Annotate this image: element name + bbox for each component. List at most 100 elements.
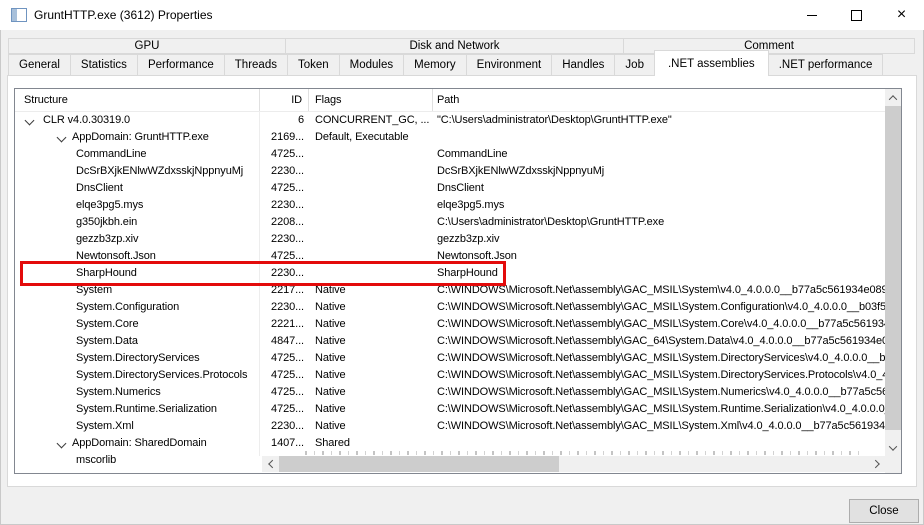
minimize-icon [807, 15, 817, 16]
assemblies-tree-table[interactable]: Structure ID Flags Path CLR v4.0.30319.0… [14, 88, 902, 474]
cell-id: 2208... [259, 214, 304, 231]
tab-disk-and-network[interactable]: Disk and Network [285, 38, 624, 54]
cell-path: C:\WINDOWS\Microsoft.Net\assembly\GAC_MS… [437, 418, 885, 435]
scroll-up-icon [889, 95, 897, 103]
cell-flags: Native [315, 401, 433, 418]
cell-id: 2217... [259, 282, 304, 299]
scroll-down-icon [889, 442, 897, 450]
table-row[interactable]: CommandLine4725...CommandLine [15, 146, 901, 163]
column-divider[interactable] [432, 89, 433, 111]
table-row[interactable]: SharpHound2230...SharpHound [15, 265, 901, 282]
tab-handles[interactable]: Handles [551, 54, 615, 76]
cell-flags: Default, Executable [315, 129, 433, 146]
table-row[interactable]: System.Configuration2230...NativeC:\WIND… [15, 299, 901, 316]
table-row[interactable]: gezzb3zp.xiv2230...gezzb3zp.xiv [15, 231, 901, 248]
cell-flags: Shared [315, 435, 433, 452]
column-divider[interactable] [259, 89, 260, 111]
table-row[interactable]: System.DirectoryServices4725...NativeC:\… [15, 350, 901, 367]
close-button[interactable]: Close [849, 499, 919, 523]
table-row[interactable]: AppDomain: GruntHTTP.exe2169...Default, … [15, 129, 901, 146]
scroll-left-button[interactable] [262, 456, 279, 472]
tab-gpu[interactable]: GPU [8, 38, 286, 54]
table-row[interactable]: elqe3pg5.mys2230...elqe3pg5.mys [15, 197, 901, 214]
horizontal-scrollbar[interactable] [262, 456, 885, 472]
cell-path: C:\WINDOWS\Microsoft.Net\assembly\GAC_MS… [437, 299, 885, 316]
vertical-scrollbar[interactable] [885, 89, 901, 456]
cell-structure: CLR v4.0.30319.0 [43, 112, 258, 129]
cell-structure: System.Configuration [76, 299, 258, 316]
cell-id: 2169... [259, 129, 304, 146]
tab-general[interactable]: General [8, 54, 71, 76]
cell-structure: mscorlib [76, 452, 258, 469]
table-row[interactable]: Newtonsoft.Json4725...Newtonsoft.Json [15, 248, 901, 265]
cell-path: C:\Users\administrator\Desktop\GruntHTTP… [437, 214, 885, 231]
cell-flags: CONCURRENT_GC, ... [315, 112, 433, 129]
column-header-id[interactable]: ID [259, 89, 302, 111]
cell-path: "C:\Users\administrator\Desktop\GruntHTT… [437, 112, 885, 129]
table-row[interactable]: System.DirectoryServices.Protocols4725..… [15, 367, 901, 384]
column-header-path[interactable]: Path [437, 89, 737, 111]
cell-id: 2230... [259, 418, 304, 435]
table-row[interactable]: CLR v4.0.30319.06 CONCURRENT_GC, ..."C:\U… [15, 112, 901, 129]
scrollbar-corner [885, 456, 901, 473]
cell-id: 2230... [259, 197, 304, 214]
table-row[interactable]: System.Numerics4725... NativeC:\WINDOWS\M… [15, 384, 901, 401]
tab-net-performance[interactable]: .NET performance [768, 54, 884, 76]
table-row[interactable]: System.Runtime.Serialization4725...Nativ… [15, 401, 901, 418]
cell-id: 6 [259, 112, 304, 129]
tab-token[interactable]: Token [287, 54, 340, 76]
cell-structure: System.Data [76, 333, 258, 350]
cell-path: C:\WINDOWS\Microsoft.Net\assembly\GAC_64… [437, 333, 885, 350]
vertical-scrollbar-thumb[interactable] [885, 106, 901, 430]
table-row[interactable]: AppDomain: SharedDomain1407...Shared [15, 435, 901, 452]
chevron-down-icon[interactable] [57, 439, 67, 449]
tab-threads[interactable]: Threads [224, 54, 288, 76]
cell-structure: System.Numerics [76, 384, 258, 401]
tab-statistics[interactable]: Statistics [70, 54, 138, 76]
column-divider[interactable] [308, 89, 309, 111]
tab-modules[interactable]: Modules [339, 54, 404, 76]
table-row[interactable]: System.Data4847...NativeC:\WINDOWS\Micro… [15, 333, 901, 350]
maximize-button[interactable] [834, 0, 879, 30]
cell-structure: Newtonsoft.Json [76, 248, 258, 265]
chevron-down-icon[interactable] [57, 133, 67, 143]
table-row[interactable]: DcSrBXjkENlwWZdxsskjNppnyuMj2230...DcSrB… [15, 163, 901, 180]
cell-id: 2221... [259, 316, 304, 333]
cell-flags: Native [315, 384, 433, 401]
close-window-button[interactable]: × [879, 0, 924, 30]
cell-structure: System.DirectoryServices.Protocols [76, 367, 258, 384]
cell-id: 2230... [259, 299, 304, 316]
cell-path: C:\WINDOWS\Microsoft.Net\assembly\GAC_MS… [437, 316, 885, 333]
tab-memory[interactable]: Memory [403, 54, 467, 76]
cell-path: C:\WINDOWS\Microsoft.Net\assembly\GAC_MS… [437, 384, 885, 401]
scroll-right-icon [871, 460, 879, 468]
table-row[interactable]: DnsClient4725...DnsClient [15, 180, 901, 197]
cell-id: 2230... [259, 231, 304, 248]
close-icon: × [897, 7, 906, 23]
table-row[interactable]: g350jkbh.ein2208...C:\Users\administrato… [15, 214, 901, 231]
table-row[interactable]: System.Core2221...NativeC:\WINDOWS\Micro… [15, 316, 901, 333]
column-header-structure[interactable]: Structure [24, 89, 254, 111]
tab-performance[interactable]: Performance [137, 54, 225, 76]
cell-id: 2230... [259, 163, 304, 180]
minimize-button[interactable] [789, 0, 834, 30]
cell-flags [315, 180, 433, 197]
cell-id: 4847... [259, 333, 304, 350]
table-row[interactable]: System.Xml2230...NativeC:\WINDOWS\Micros… [15, 418, 901, 435]
tab-net-assemblies[interactable]: .NET assemblies [654, 50, 769, 76]
table-row[interactable]: System2217...NativeC:\WINDOWS\Microsoft.… [15, 282, 901, 299]
scroll-up-button[interactable] [885, 89, 901, 106]
chevron-down-icon[interactable] [25, 116, 35, 126]
tab-environment[interactable]: Environment [466, 54, 553, 76]
cell-id: 4725... [259, 384, 304, 401]
tab-job[interactable]: Job [614, 54, 655, 76]
title-bar[interactable]: GruntHTTP.exe (3612) Properties × [0, 0, 924, 30]
cell-id: 4725... [259, 180, 304, 197]
app-icon [11, 8, 27, 22]
scroll-right-button[interactable] [868, 456, 885, 472]
column-header-flags[interactable]: Flags [315, 89, 427, 111]
cell-flags [315, 265, 433, 282]
scroll-down-button[interactable] [885, 439, 901, 456]
cell-flags: Native [315, 350, 433, 367]
horizontal-scrollbar-thumb[interactable] [279, 456, 559, 472]
